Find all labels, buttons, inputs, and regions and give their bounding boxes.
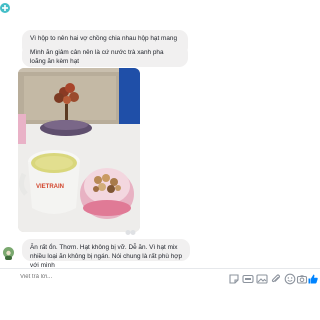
avatar[interactable]	[3, 247, 14, 260]
message-reaction-icon[interactable]	[125, 224, 136, 235]
message-input[interactable]	[20, 274, 140, 280]
image-icon[interactable]	[256, 272, 268, 284]
plus-icon[interactable]	[0, 0, 320, 18]
mug-brand-text: VIETRAIN	[36, 184, 64, 190]
message-bubble: Ăn rất ổn. Thơm. Hạt không bị vỡ. Dễ ăn.…	[22, 239, 190, 269]
message-text: Ăn rất ổn. Thơm. Hạt không bị vỡ. Dễ ăn.…	[30, 244, 182, 269]
message-photo[interactable]: VIETRAIN	[18, 68, 140, 232]
gif-icon[interactable]	[242, 272, 254, 284]
like-icon[interactable]	[307, 272, 319, 284]
sticker-icon[interactable]	[228, 272, 240, 284]
message-bubble: Mình ăn giảm cân nên là cứ nước trà xanh…	[22, 44, 188, 67]
emoji-icon[interactable]	[284, 272, 296, 285]
message-text: Mình ăn giảm cân nên là cứ nước trà xanh…	[30, 49, 164, 65]
attachment-icon[interactable]	[270, 272, 282, 284]
photo-illustration: VIETRAIN	[18, 68, 140, 232]
